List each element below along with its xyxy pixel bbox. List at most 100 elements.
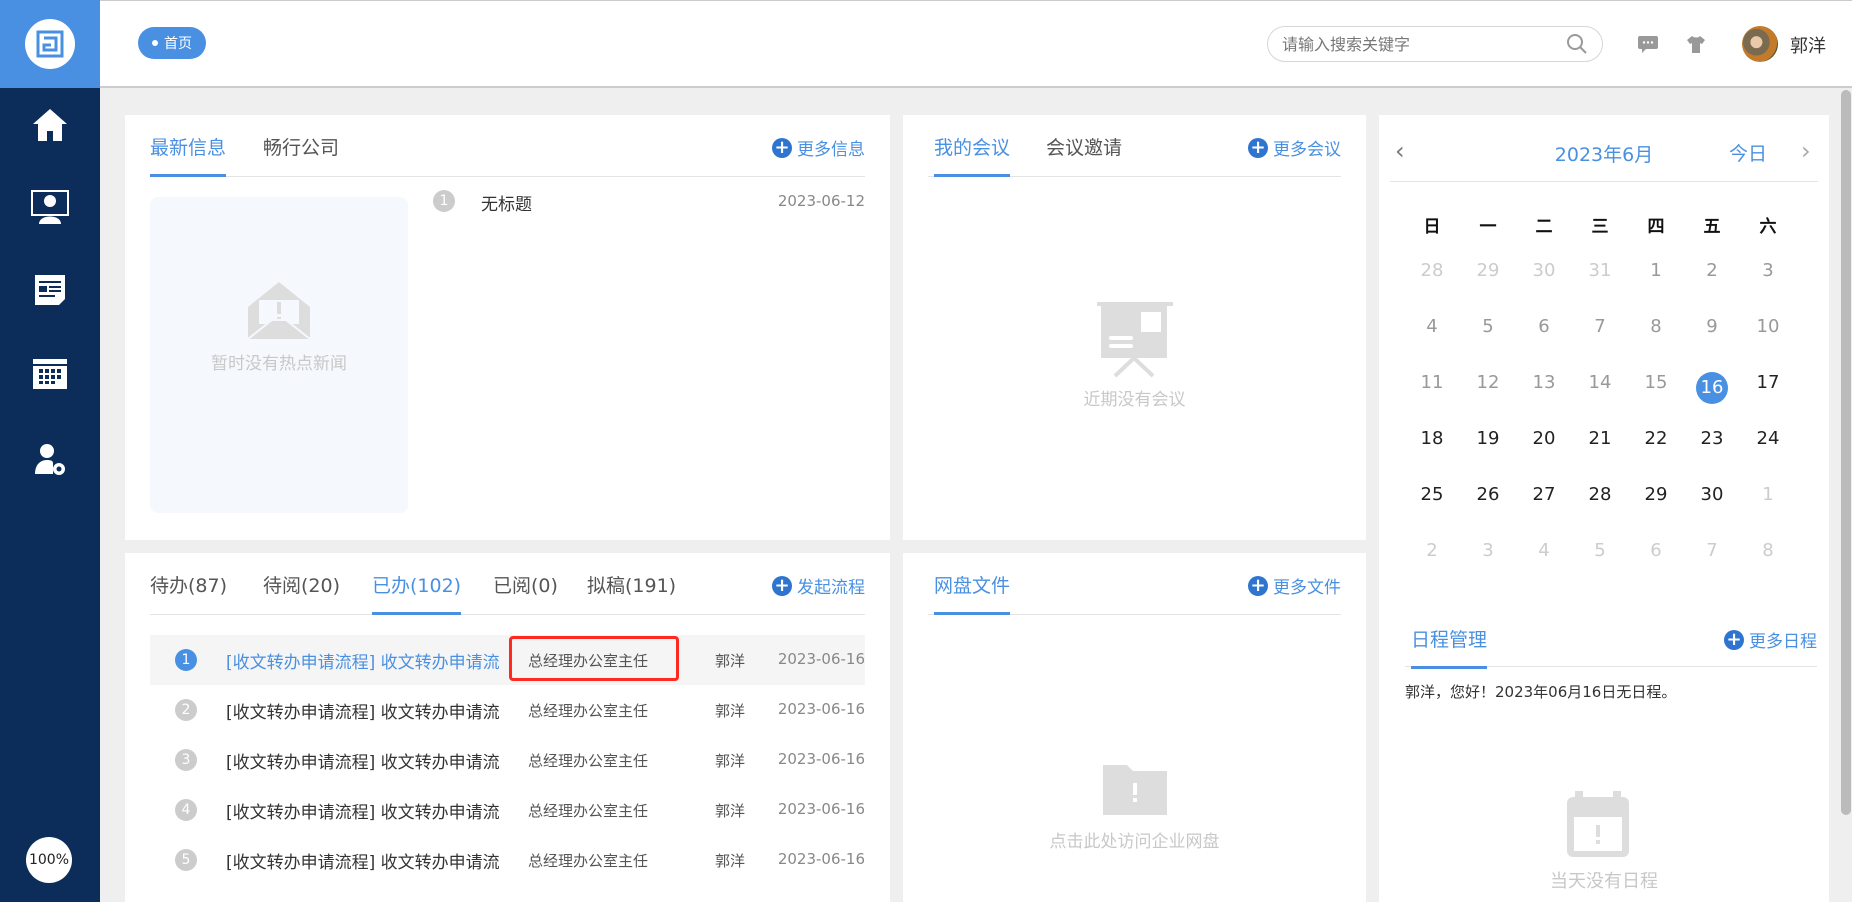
tab-my-meetings[interactable]: 我的会议 bbox=[934, 133, 1011, 177]
calendar-day[interactable]: 21 bbox=[1572, 428, 1628, 449]
calendar-day[interactable]: 4 bbox=[1404, 316, 1460, 337]
calendar-day[interactable]: 1 bbox=[1740, 484, 1796, 505]
more-files-link[interactable]: + 更多文件 bbox=[1248, 573, 1341, 598]
more-meetings-link[interactable]: + 更多会议 bbox=[1248, 135, 1341, 160]
calendar-day[interactable]: 30 bbox=[1516, 260, 1572, 281]
calendar-day[interactable]: 7 bbox=[1572, 316, 1628, 337]
day-number: 12 bbox=[1476, 372, 1500, 393]
calendar-day[interactable]: 8 bbox=[1628, 316, 1684, 337]
calendar-day[interactable]: 11 bbox=[1404, 372, 1460, 393]
calendar-day[interactable]: 20 bbox=[1516, 428, 1572, 449]
calendar-day[interactable]: 2 bbox=[1684, 260, 1740, 281]
calendar-day[interactable]: 12 bbox=[1460, 372, 1516, 393]
calendar-day[interactable]: 27 bbox=[1516, 484, 1572, 505]
calendar-day[interactable]: 1 bbox=[1628, 260, 1684, 281]
message-icon[interactable] bbox=[1637, 35, 1659, 57]
calendar-day[interactable]: 23 bbox=[1684, 428, 1740, 449]
table-row[interactable]: 5 [收文转办申请流程] 收文转办申请流 总经理办公室主任 郭洋 2023-06-16 bbox=[150, 835, 865, 885]
tab-company[interactable]: 畅行公司 bbox=[263, 133, 339, 174]
day-number: 19 bbox=[1476, 428, 1500, 449]
calendar-day-selected[interactable]: 16 bbox=[1684, 372, 1740, 404]
calendar-day[interactable]: 29 bbox=[1628, 484, 1684, 505]
calendar-day[interactable]: 6 bbox=[1628, 540, 1684, 561]
calendar-day[interactable]: 29 bbox=[1460, 260, 1516, 281]
tab-meeting-invites[interactable]: 会议邀请 bbox=[1046, 133, 1122, 174]
day-number: 4 bbox=[1426, 316, 1438, 337]
user-monitor-icon[interactable] bbox=[30, 187, 70, 227]
calendar-day[interactable]: 25 bbox=[1404, 484, 1460, 505]
calendar-day[interactable]: 3 bbox=[1460, 540, 1516, 561]
calendar-day[interactable]: 17 bbox=[1740, 372, 1796, 393]
row-title[interactable]: [收文转办申请流程] 收文转办申请流 bbox=[226, 698, 500, 723]
sidebar: 100% bbox=[0, 0, 100, 902]
row-title[interactable]: [收文转办申请流程] 收文转办申请流 bbox=[226, 648, 500, 673]
theme-shirt-icon[interactable] bbox=[1686, 35, 1706, 57]
table-row[interactable]: 1 [收文转办申请流程] 收文转办申请流 总经理办公室主任 郭洋 2023-06-16 bbox=[150, 635, 865, 685]
table-row[interactable]: 4 [收文转办申请流程] 收文转办申请流 总经理办公室主任 郭洋 2023-06-16 bbox=[150, 785, 865, 835]
calendar-day[interactable]: 28 bbox=[1404, 260, 1460, 281]
more-schedule-link[interactable]: + 更多日程 bbox=[1724, 627, 1817, 652]
calendar-day[interactable]: 22 bbox=[1628, 428, 1684, 449]
avatar[interactable] bbox=[1742, 26, 1778, 62]
tab-to-read[interactable]: 待阅(20) bbox=[263, 571, 340, 612]
row-date: 2023-06-16 bbox=[777, 750, 865, 768]
day-number: 17 bbox=[1756, 372, 1780, 393]
next-month-button[interactable]: › bbox=[1801, 137, 1811, 165]
calendar-day[interactable]: 5 bbox=[1460, 316, 1516, 337]
calendar-day[interactable]: 31 bbox=[1572, 260, 1628, 281]
start-workflow-link[interactable]: + 发起流程 bbox=[772, 573, 865, 598]
zoom-level-badge[interactable]: 100% bbox=[26, 837, 72, 883]
today-button[interactable]: 今日 bbox=[1729, 139, 1767, 166]
row-title[interactable]: [收文转办申请流程] 收文转办申请流 bbox=[226, 798, 500, 823]
user-settings-icon[interactable] bbox=[30, 440, 70, 480]
breadcrumb-home[interactable]: 首页 bbox=[138, 27, 206, 59]
calendar-day[interactable]: 18 bbox=[1404, 428, 1460, 449]
home-icon[interactable] bbox=[30, 105, 70, 145]
calendar-day[interactable]: 15 bbox=[1628, 372, 1684, 393]
calendar-day[interactable]: 7 bbox=[1684, 540, 1740, 561]
calendar-day[interactable]: 26 bbox=[1460, 484, 1516, 505]
calendar-day[interactable]: 5 bbox=[1572, 540, 1628, 561]
more-news-link[interactable]: + 更多信息 bbox=[772, 135, 865, 160]
tab-read[interactable]: 已阅(0) bbox=[493, 571, 558, 612]
calendar-day[interactable]: 30 bbox=[1684, 484, 1740, 505]
calendar-day[interactable]: 6 bbox=[1516, 316, 1572, 337]
calendar-day[interactable]: 8 bbox=[1740, 540, 1796, 561]
day-number: 30 bbox=[1532, 260, 1556, 281]
news-item[interactable]: 1 无标题 2023-06-12 bbox=[433, 177, 865, 227]
calendar-day[interactable]: 10 bbox=[1740, 316, 1796, 337]
row-date: 2023-06-16 bbox=[777, 650, 865, 668]
search-icon[interactable] bbox=[1566, 33, 1588, 55]
news-title[interactable]: 无标题 bbox=[481, 190, 532, 215]
calendar-day[interactable]: 3 bbox=[1740, 260, 1796, 281]
logo[interactable] bbox=[0, 0, 100, 88]
weekday-header: 二 bbox=[1535, 217, 1553, 237]
calendar-day[interactable]: 2 bbox=[1404, 540, 1460, 561]
user-name[interactable]: 郭洋 bbox=[1790, 32, 1826, 58]
news-icon[interactable] bbox=[30, 270, 70, 310]
tab-netdisk-files[interactable]: 网盘文件 bbox=[934, 571, 1011, 615]
highlight-box bbox=[509, 636, 679, 681]
row-title[interactable]: [收文转办申请流程] 收文转办申请流 bbox=[226, 848, 500, 873]
tab-done[interactable]: 已办(102) bbox=[372, 571, 462, 615]
table-row[interactable]: 2 [收文转办申请流程] 收文转办申请流 总经理办公室主任 郭洋 2023-06-16 bbox=[150, 685, 865, 735]
calendar-day[interactable]: 9 bbox=[1684, 316, 1740, 337]
tab-todo[interactable]: 待办(87) bbox=[150, 571, 227, 612]
calendar-day[interactable]: 4 bbox=[1516, 540, 1572, 561]
calendar-icon[interactable] bbox=[30, 352, 70, 392]
table-row[interactable]: 3 [收文转办申请流程] 收文转办申请流 总经理办公室主任 郭洋 2023-06-16 bbox=[150, 735, 865, 785]
calendar-day[interactable]: 14 bbox=[1572, 372, 1628, 393]
day-number: 30 bbox=[1700, 484, 1724, 505]
netdisk-link[interactable]: 点击此处访问企业网盘 bbox=[903, 827, 1366, 852]
calendar-day[interactable]: 24 bbox=[1740, 428, 1796, 449]
calendar-day[interactable]: 19 bbox=[1460, 428, 1516, 449]
tab-schedule[interactable]: 日程管理 bbox=[1411, 625, 1488, 669]
calendar-day[interactable]: 13 bbox=[1516, 372, 1572, 393]
row-title[interactable]: [收文转办申请流程] 收文转办申请流 bbox=[226, 748, 500, 773]
search-input[interactable] bbox=[1282, 34, 1566, 54]
tab-drafts[interactable]: 拟稿(191) bbox=[587, 571, 676, 612]
scrollbar-thumb[interactable] bbox=[1841, 90, 1851, 815]
day-number: 22 bbox=[1644, 428, 1668, 449]
tab-latest-news[interactable]: 最新信息 bbox=[150, 133, 227, 177]
calendar-day[interactable]: 28 bbox=[1572, 484, 1628, 505]
